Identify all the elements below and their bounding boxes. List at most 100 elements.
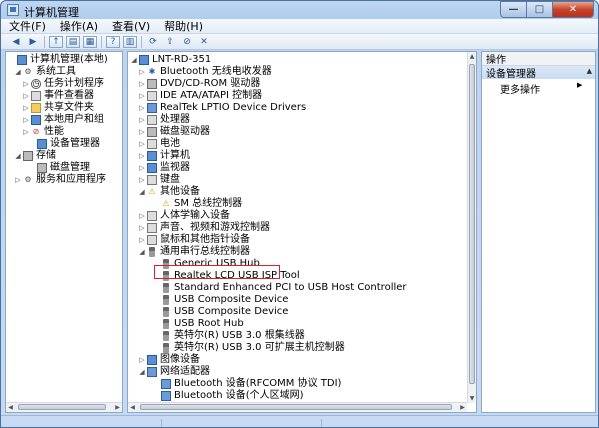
collapse-arrow-icon[interactable]: ◢	[138, 247, 146, 257]
device-tree-item[interactable]: ◢ 网络适配器	[138, 366, 210, 378]
console-tree-item[interactable]: ◢ ⚙ 系统工具	[14, 66, 76, 78]
collapse-arrow-icon[interactable]: ◢	[130, 55, 138, 65]
expand-arrow-icon[interactable]: ▷	[138, 91, 146, 101]
scroll-right-icon[interactable]: ▶	[458, 403, 467, 412]
device-tree-item[interactable]: ▷ DVD/CD-ROM 驱动器	[138, 78, 260, 90]
show-tree-icon[interactable]: ▤	[66, 35, 80, 48]
expand-arrow-icon[interactable]: ▷	[138, 79, 146, 89]
tree-item-label: 共享文件夹	[44, 102, 94, 113]
left-horizontal-scrollbar[interactable]: ◀ ▶	[6, 402, 122, 412]
gear-device-icon: ⚙	[24, 67, 32, 76]
expand-arrow-icon[interactable]: ▷	[138, 211, 146, 221]
menu-view[interactable]: 查看(V)	[112, 18, 150, 34]
left-scroll-thumb[interactable]	[18, 404, 106, 410]
device-tree-item[interactable]: ▷ 磁盘驱动器	[138, 126, 210, 138]
device-tree-item[interactable]: ▷ 处理器	[138, 114, 190, 126]
device-tree-item[interactable]: USB Composite Device	[152, 294, 288, 306]
device-tree-item[interactable]: ▷ 计算机	[138, 150, 190, 162]
expand-arrow-icon[interactable]: ▷	[138, 223, 146, 233]
console-tree-item[interactable]: ◢ 存储	[14, 150, 56, 162]
device-tree-item[interactable]: ▷ 声音、视频和游戏控制器	[138, 222, 270, 234]
device-tree-item[interactable]: ▷ IDE ATA/ATAPI 控制器	[138, 90, 262, 102]
expand-arrow-icon[interactable]: ▷	[138, 163, 146, 173]
device-tree-item[interactable]: ▷ ✱ Bluetooth 无线电收发器	[138, 66, 271, 78]
expand-arrow-icon[interactable]: ▷	[138, 139, 146, 149]
console-tree-item[interactable]: 计算机管理(本地)	[8, 54, 108, 66]
maximize-button[interactable]: □	[526, 1, 552, 18]
console-tree-item[interactable]: ▷ ⊘ 性能	[22, 126, 64, 138]
expand-arrow-icon[interactable]: ▷	[22, 103, 30, 113]
device-tree-item[interactable]: ▷ 键盘	[138, 174, 180, 186]
device-tree-item[interactable]: ▷ 鼠标和其他指针设备	[138, 234, 250, 246]
console-tree-item[interactable]: ▷ 共享文件夹	[22, 102, 94, 114]
device-tree-item[interactable]: ▷ 电池	[138, 138, 180, 150]
title-bar[interactable]: 计算机管理 — □ ✕	[1, 1, 598, 19]
scroll-right-icon[interactable]: ▶	[113, 403, 122, 412]
uninstall-device-icon[interactable]: ✕	[197, 36, 211, 48]
collapse-arrow-icon[interactable]: ◢	[14, 67, 22, 77]
collapse-arrow-icon[interactable]: ◢	[14, 151, 22, 161]
close-button[interactable]: ✕	[552, 1, 594, 18]
console-tree-item[interactable]: 设备管理器	[28, 138, 100, 150]
expand-arrow-icon[interactable]: ▷	[138, 67, 146, 77]
device-tree-item[interactable]: ▷ 图像设备	[138, 354, 200, 366]
menu-action[interactable]: 操作(A)	[60, 18, 98, 34]
expand-arrow-icon[interactable]: ▷	[138, 355, 146, 365]
expand-arrow-icon[interactable]: ▷	[22, 127, 30, 137]
device-tree-item[interactable]: ◢ 通用串行总线控制器	[138, 246, 250, 258]
actions-section-device-manager[interactable]: 设备管理器 ▲	[482, 66, 595, 80]
scan-hardware-icon[interactable]: ⟳	[146, 36, 160, 48]
expand-arrow-icon[interactable]: ▷	[138, 103, 146, 113]
device-tree-item[interactable]: 英特尔(R) USB 3.0 可扩展主机控制器	[152, 342, 345, 354]
expand-arrow-icon[interactable]: ▷	[138, 115, 146, 125]
menu-file[interactable]: 文件(F)	[9, 18, 46, 34]
device-tree-item[interactable]: ▷ RealTek LPTIO Device Drivers	[138, 102, 306, 114]
expand-arrow-icon[interactable]: ▷	[138, 127, 146, 137]
scroll-left-icon[interactable]: ◀	[6, 403, 15, 412]
expand-arrow-icon[interactable]: ▷	[22, 79, 30, 89]
console-tree-item[interactable]: ▷ 本地用户和组	[22, 114, 104, 126]
more-actions-link[interactable]: 更多操作 ▶	[500, 81, 582, 96]
expand-arrow-icon[interactable]: ▷	[14, 175, 22, 185]
expand-arrow-icon[interactable]: ▷	[22, 115, 30, 125]
device-tree-item[interactable]: Bluetooth 设备(个人区域网)	[152, 390, 304, 402]
console-tree-item[interactable]: 磁盘管理	[28, 162, 90, 174]
menu-help[interactable]: 帮助(H)	[164, 18, 203, 34]
expand-arrow-icon[interactable]: ▷	[138, 175, 146, 185]
device-hscroll-thumb[interactable]	[140, 404, 452, 410]
device-tree-item[interactable]: 英特尔(R) USB 3.0 根集线器	[152, 330, 305, 342]
device-scroll-thumb[interactable]	[469, 64, 475, 384]
scroll-left-icon[interactable]: ◀	[128, 403, 137, 412]
scroll-up-icon[interactable]: ▲	[468, 52, 476, 61]
device-tree-item[interactable]: ◢ ⚠ 其他设备	[138, 186, 200, 198]
update-driver-icon[interactable]: ⇪	[163, 36, 177, 48]
help-icon[interactable]: ?	[106, 35, 120, 48]
minimize-button[interactable]: —	[500, 1, 526, 18]
console-tree-item[interactable]: ▷ 事件查看器	[22, 90, 94, 102]
expand-arrow-icon[interactable]: ▷	[138, 235, 146, 245]
device-vertical-scrollbar[interactable]: ▲ ▼	[467, 52, 476, 403]
device-horizontal-scrollbar[interactable]: ◀ ▶	[128, 402, 467, 412]
collapse-arrow-icon[interactable]: ◢	[138, 187, 146, 197]
collapse-arrow-icon[interactable]: ▲	[587, 67, 592, 75]
back-arrow-icon[interactable]: ◀	[9, 36, 23, 48]
collapse-arrow-icon[interactable]: ◢	[138, 367, 146, 377]
expand-arrow-icon[interactable]: ▷	[22, 91, 30, 101]
console-tree-item[interactable]: ▷ ⚙ 服务和应用程序	[14, 174, 106, 186]
up-folder-icon[interactable]: ↑	[49, 35, 63, 48]
device-tree-item[interactable]: ▷ 人体学输入设备	[138, 210, 230, 222]
device-tree-item[interactable]: USB Composite Device	[152, 306, 288, 318]
device-tree-item[interactable]: USB Root Hub	[152, 318, 244, 330]
device-tree-item[interactable]: Standard Enhanced PCI to USB Host Contro…	[152, 282, 407, 294]
show-action-pane-icon[interactable]: ▥	[123, 35, 137, 48]
scroll-down-icon[interactable]: ▼	[468, 394, 476, 403]
device-tree-item[interactable]: ▷ 监视器	[138, 162, 190, 174]
properties-icon[interactable]: ▦	[83, 35, 97, 48]
forward-arrow-icon[interactable]: ▶	[26, 36, 40, 48]
device-tree-item[interactable]: Bluetooth 设备(RFCOMM 协议 TDI)	[152, 378, 341, 390]
expand-arrow-icon[interactable]: ▷	[138, 151, 146, 161]
disable-device-icon[interactable]: ⊘	[180, 36, 194, 48]
console-tree-item[interactable]: ▷ ◷ 任务计划程序	[22, 78, 104, 90]
device-tree-item[interactable]: ⚠ SM 总线控制器	[152, 198, 242, 210]
device-tree-item[interactable]: ◢ LNT-RD-351	[130, 54, 211, 66]
